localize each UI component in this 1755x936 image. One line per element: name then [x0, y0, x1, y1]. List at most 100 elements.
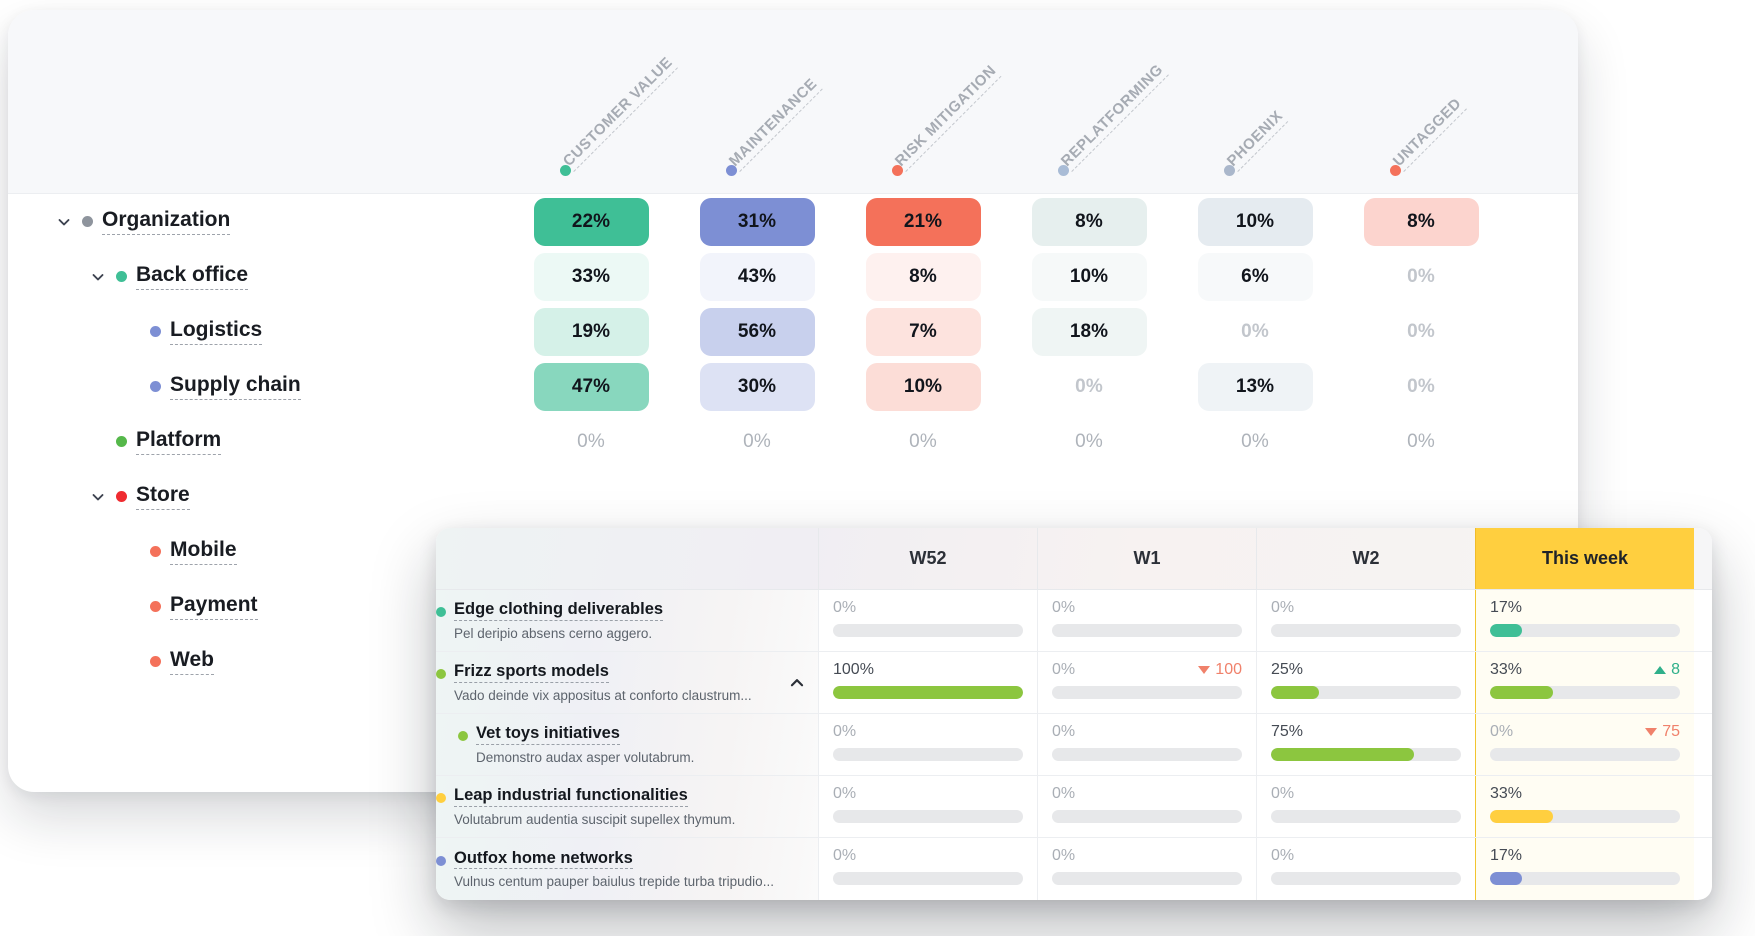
matrix-cell[interactable]: 0%	[1032, 363, 1147, 411]
week-cell[interactable]: 0%	[1256, 776, 1475, 837]
week-cell[interactable]: 0%	[818, 776, 1037, 837]
tree-row-label[interactable]: Store	[136, 483, 190, 510]
matrix-cell[interactable]: 0%	[1364, 308, 1479, 356]
matrix-cell[interactable]: 0%	[1364, 418, 1479, 466]
table-row[interactable]: Edge clothing deliverables Pel deripio ab…	[436, 590, 1712, 652]
matrix-cell[interactable]: 31%	[699, 197, 815, 246]
matrix-column-header[interactable]: RISK MITIGATION	[891, 62, 1002, 176]
tree-row[interactable]: Back office	[8, 249, 508, 304]
tree-row-label[interactable]: Platform	[136, 428, 222, 455]
matrix-cell[interactable]: 10%	[1031, 252, 1147, 301]
matrix-cell[interactable]: 7%	[865, 307, 981, 356]
matrix-cell[interactable]: 8%	[865, 252, 981, 301]
week-cell-value: 33%	[1490, 785, 1523, 802]
chevron-down-icon[interactable]	[88, 487, 108, 507]
table-row[interactable]: Vet toys initiatives Demonstro audax aspe…	[436, 714, 1712, 776]
tree-row-label[interactable]: Supply chain	[170, 373, 301, 400]
matrix-cell[interactable]: 10%	[865, 362, 981, 411]
initiative-title[interactable]: Edge clothing deliverables	[454, 600, 664, 621]
matrix-cell[interactable]: 0%	[1198, 308, 1313, 356]
matrix-cell[interactable]: 0%	[534, 418, 649, 466]
matrix-cell[interactable]	[1364, 473, 1479, 521]
matrix-column-header[interactable]: UNTAGGED	[1389, 94, 1468, 176]
week-cell[interactable]: 17%	[1475, 838, 1694, 900]
week-cell[interactable]: 0%	[1037, 838, 1256, 900]
week-cell[interactable]: 0%	[818, 714, 1037, 775]
matrix-column-header[interactable]: PHOENIX	[1223, 107, 1289, 176]
chevron-down-icon[interactable]	[54, 212, 74, 232]
week-cell[interactable]: 0% 100	[1037, 652, 1256, 713]
matrix-column-header[interactable]: REPLATFORMING	[1057, 61, 1169, 176]
tree-row[interactable]: Mobile	[8, 524, 508, 579]
matrix-cell[interactable]: 19%	[533, 307, 649, 356]
matrix-cell[interactable]	[534, 473, 649, 521]
matrix-cell[interactable]	[700, 473, 815, 521]
week-cell[interactable]: 0%	[1037, 776, 1256, 837]
matrix-cell[interactable]: 0%	[700, 418, 815, 466]
matrix-cell[interactable]: 0%	[1198, 418, 1313, 466]
matrix-column-header[interactable]: MAINTENANCE	[725, 75, 823, 176]
week-cell[interactable]: 0%	[1256, 838, 1475, 900]
week-cell[interactable]: 17%	[1475, 590, 1694, 651]
chevron-up-icon[interactable]	[786, 672, 808, 694]
week-cell[interactable]: 0% 75	[1475, 714, 1694, 775]
matrix-cell[interactable]: 10%	[1197, 197, 1313, 246]
panel-column-header[interactable]: W52	[818, 528, 1037, 589]
tree-row-label[interactable]: Back office	[136, 263, 249, 290]
week-cell[interactable]: 0%	[818, 590, 1037, 651]
initiative-name-inner: Edge clothing deliverables Pel deripio ab…	[436, 600, 808, 641]
matrix-cell[interactable]: 18%	[1031, 307, 1147, 356]
matrix-cell[interactable]: 43%	[699, 252, 815, 301]
matrix-cell[interactable]: 22%	[533, 197, 649, 246]
initiative-title[interactable]: Leap industrial functionalities	[454, 786, 688, 807]
tree-row[interactable]: Supply chain	[8, 359, 508, 414]
initiative-title[interactable]: Vet toys initiatives	[476, 724, 620, 745]
matrix-cell[interactable]: 0%	[1364, 363, 1479, 411]
matrix-cell[interactable]: 0%	[1364, 253, 1479, 301]
week-cell[interactable]: 0%	[1037, 590, 1256, 651]
matrix-cell[interactable]: 6%	[1197, 252, 1313, 301]
tree-row[interactable]: Store	[8, 469, 508, 524]
matrix-cell[interactable]: 0%	[866, 418, 981, 466]
week-cell[interactable]: 33%	[1475, 776, 1694, 837]
matrix-cell[interactable]: 13%	[1197, 362, 1313, 411]
week-cell[interactable]: 0%	[1256, 590, 1475, 651]
week-cell[interactable]: 75%	[1256, 714, 1475, 775]
chevron-down-icon[interactable]	[88, 267, 108, 287]
tree-row[interactable]: Logistics	[8, 304, 508, 359]
matrix-cell[interactable]: 30%	[699, 362, 815, 411]
tree-row[interactable]: Payment	[8, 579, 508, 634]
matrix-cell[interactable]: 33%	[533, 252, 649, 301]
matrix-cell[interactable]: 21%	[865, 197, 981, 246]
tree-row-label[interactable]: Organization	[102, 208, 231, 235]
matrix-cell[interactable]: 8%	[1031, 197, 1147, 246]
matrix-cell[interactable]: 0%	[1032, 418, 1147, 466]
week-cell[interactable]: 33% 8	[1475, 652, 1694, 713]
table-row[interactable]: Frizz sports models Vado deinde vix appos…	[436, 652, 1712, 714]
tree-row-label[interactable]: Mobile	[170, 538, 237, 565]
matrix-cell[interactable]	[1198, 473, 1313, 521]
initiative-title[interactable]: Outfox home networks	[454, 849, 633, 870]
panel-column-header-current[interactable]: This week	[1475, 528, 1694, 589]
matrix-cell[interactable]: 56%	[699, 307, 815, 356]
week-cell[interactable]: 0%	[818, 838, 1037, 900]
tree-row[interactable]: Web	[8, 634, 508, 689]
table-row[interactable]: Leap industrial functionalities Volutabru…	[436, 776, 1712, 838]
matrix-cell[interactable]: 8%	[1363, 197, 1479, 246]
matrix-column-header[interactable]: CUSTOMER VALUE	[559, 53, 679, 176]
tree-row-label[interactable]: Payment	[170, 593, 258, 620]
matrix-cell[interactable]	[866, 473, 981, 521]
panel-column-header[interactable]: W1	[1037, 528, 1256, 589]
tree-row[interactable]: Platform	[8, 414, 508, 469]
tree-row[interactable]: Organization	[8, 194, 508, 249]
matrix-cell[interactable]	[1032, 473, 1147, 521]
table-row[interactable]: Outfox home networks Vulnus centum pauper…	[436, 838, 1712, 900]
week-cell[interactable]: 0%	[1037, 714, 1256, 775]
week-cell[interactable]: 100%	[818, 652, 1037, 713]
week-cell[interactable]: 25%	[1256, 652, 1475, 713]
panel-column-header[interactable]: W2	[1256, 528, 1475, 589]
tree-row-label[interactable]: Logistics	[170, 318, 263, 345]
tree-row-label[interactable]: Web	[170, 648, 214, 675]
initiative-title[interactable]: Frizz sports models	[454, 662, 609, 683]
matrix-cell[interactable]: 47%	[533, 362, 649, 411]
